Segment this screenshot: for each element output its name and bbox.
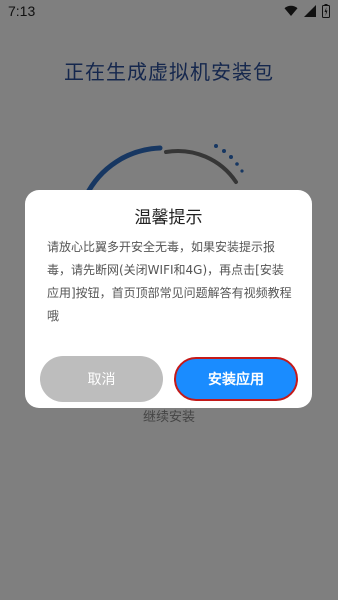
install-app-button[interactable]: 安装应用 <box>174 357 298 401</box>
tip-dialog: 温馨提示 请放心比翼多开安全无毒，如果安装提示报毒，请先断网(关闭WIFI和4G… <box>25 190 312 408</box>
cancel-button[interactable]: 取消 <box>40 356 163 402</box>
dialog-message: 请放心比翼多开安全无毒，如果安装提示报毒，请先断网(关闭WIFI和4G)，再点击… <box>47 240 292 323</box>
dialog-title: 温馨提示 <box>134 208 203 228</box>
